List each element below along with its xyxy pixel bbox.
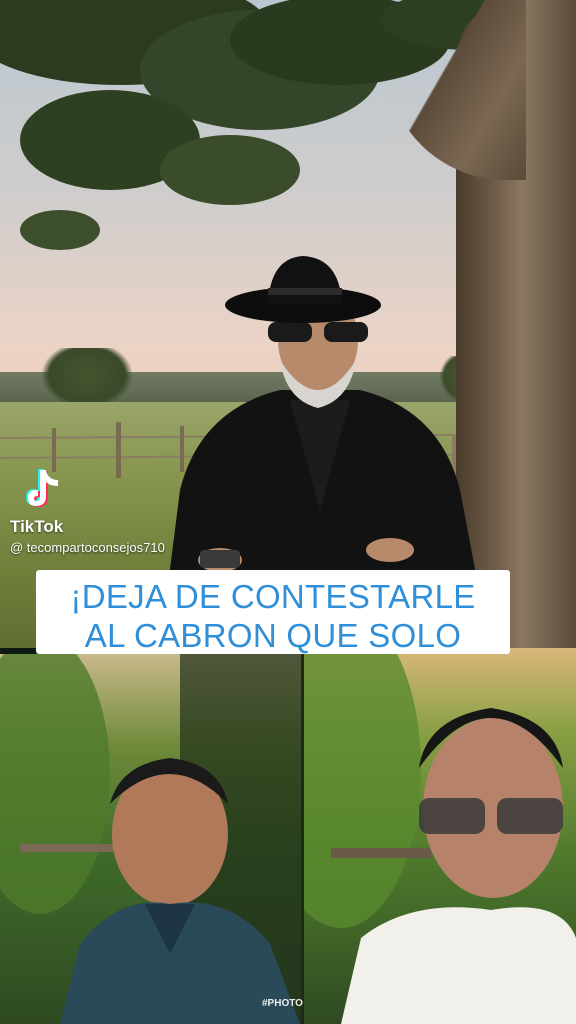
caption-line-2: AL CABRON QUE SOLO (84, 617, 462, 654)
tiktok-wordmark: TikTok (10, 517, 64, 536)
caption-banner: ¡DEJA DE CONTESTARLE AL CABRON QUE SOLO (36, 570, 510, 654)
tiktok-icon (26, 469, 58, 507)
top-video-frame: TikTok @ tecompartoconsejos710 (0, 0, 576, 648)
photo-watermark: #PHOTO (262, 998, 303, 1009)
caption-line-1: ¡DEJA DE CONTESTARLE (70, 578, 476, 615)
background-tree-left (42, 348, 132, 408)
split-divider (301, 648, 304, 1024)
bottom-left-video-frame (0, 654, 305, 1024)
portrait-right-scene (301, 648, 576, 1024)
bottom-right-video-frame (301, 648, 576, 1024)
creator-handle[interactable]: @ tecompartoconsejos710 (10, 540, 165, 555)
portrait-left-scene (0, 654, 305, 1024)
